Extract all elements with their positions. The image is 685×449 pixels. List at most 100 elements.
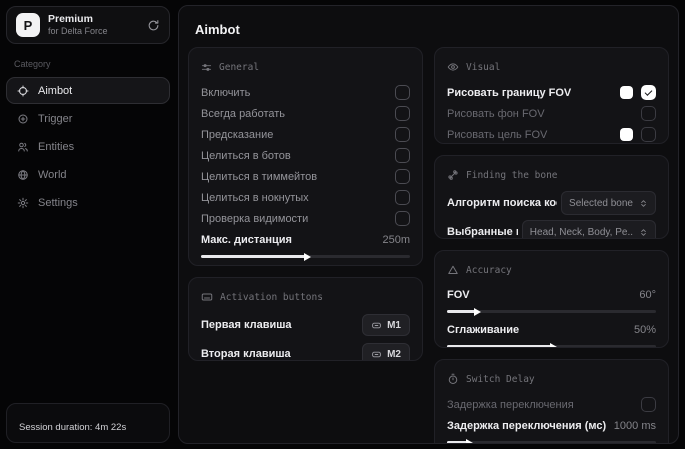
toggle-label: Включить — [201, 87, 395, 99]
general-card: General Включить Всегда работать Предска… — [188, 47, 423, 266]
bone-row: Алгоритм поиска кост Selected bone — [447, 190, 656, 216]
keybind-button[interactable]: M2 — [362, 343, 410, 361]
color-swatch[interactable] — [620, 86, 633, 99]
bone-label: Алгоритм поиска кост — [447, 197, 557, 209]
checkbox[interactable] — [395, 85, 410, 100]
visual-row: Рисовать цель FOV — [447, 124, 656, 144]
world-icon — [17, 169, 29, 181]
mouse-button-icon — [371, 349, 382, 360]
crosshair-icon — [17, 85, 29, 97]
toggle-row: Предсказание — [201, 124, 410, 145]
fov-slider[interactable] — [447, 310, 656, 313]
general-header-label: General — [219, 62, 259, 73]
toggle-label: Задержка переключения — [447, 399, 641, 411]
checkbox[interactable] — [395, 190, 410, 205]
brand-logo: P — [16, 13, 40, 37]
brand-title: Premium — [48, 13, 139, 26]
sidebar-item-entities[interactable]: Entities — [6, 133, 170, 160]
bone-header: Finding the bone — [447, 167, 656, 183]
color-swatch[interactable] — [620, 128, 633, 141]
slider-thumb[interactable] — [466, 439, 473, 445]
mouse-button-icon — [371, 320, 382, 331]
keybind-key: M2 — [387, 349, 401, 360]
sidebar-item-label: Trigger — [38, 113, 72, 125]
entities-icon — [17, 141, 29, 153]
toggle-label: Целиться в тиммейтов — [201, 171, 395, 183]
keybind-row: Первая клавиша M1 — [201, 312, 410, 338]
checkbox[interactable] — [641, 127, 656, 142]
sync-icon[interactable] — [147, 19, 160, 32]
toggle-row: Включить — [201, 82, 410, 103]
toggle-label: Целиться в нокнутых — [201, 192, 395, 204]
visual-row: Рисовать границу FOV — [447, 82, 656, 103]
max-distance-slider[interactable] — [201, 255, 410, 258]
sidebar-item-settings[interactable]: Settings — [6, 189, 170, 216]
bone-header-label: Finding the bone — [466, 170, 558, 181]
toggle-row: Задержка переключения — [447, 394, 656, 415]
sidebar-item-trigger[interactable]: Trigger — [6, 105, 170, 132]
brand-text: Premium for Delta Force — [48, 13, 139, 36]
checkbox[interactable] — [395, 211, 410, 226]
smoothing-slider[interactable] — [447, 345, 656, 348]
bone-algorithm-select[interactable]: Selected bone — [561, 191, 656, 215]
chevron-up-down-icon — [639, 199, 648, 208]
checkbox[interactable] — [395, 106, 410, 121]
gear-icon — [17, 197, 29, 209]
checkbox[interactable] — [641, 85, 656, 100]
keybind-key: M1 — [387, 320, 401, 331]
accuracy-card: Accuracy FOV 60° Сглаживание 50% — [434, 250, 669, 348]
slider-thumb[interactable] — [304, 253, 311, 261]
slider-value: 60° — [639, 289, 656, 301]
slider-row: FOV 60° — [447, 285, 656, 305]
checkbox[interactable] — [395, 127, 410, 142]
keybind-label: Вторая клавиша — [201, 348, 362, 360]
sidebar-item-label: World — [38, 169, 67, 181]
brand-logo-letter: P — [24, 18, 33, 33]
slider-thumb[interactable] — [550, 343, 557, 349]
toggle-label: Проверка видимости — [201, 213, 395, 225]
switch-delay-slider[interactable] — [447, 441, 656, 444]
visual-header: Visual — [447, 59, 656, 75]
activation-header: Activation buttons — [201, 289, 410, 305]
sidebar-item-label: Aimbot — [38, 85, 72, 97]
keybind-row: Вторая клавиша M2 — [201, 341, 410, 361]
switch-delay-card: Switch Delay Задержка переключения Задер… — [434, 359, 669, 444]
sidebar-item-world[interactable]: World — [6, 161, 170, 188]
sidebar: P Premium for Delta Force Category Aimbo… — [6, 6, 170, 443]
accuracy-header-label: Accuracy — [466, 265, 512, 276]
visual-row: Рисовать фон FOV — [447, 103, 656, 124]
visual-label: Рисовать границу FOV — [447, 87, 620, 99]
slider-row: Задержка переключения (мс) 1000 ms — [447, 415, 656, 436]
checkbox[interactable] — [395, 148, 410, 163]
activation-card: Activation buttons Первая клавиша M1 Вто… — [188, 277, 423, 361]
toggle-label: Всегда работать — [201, 108, 395, 120]
slider-label: FOV — [447, 289, 631, 301]
left-column: General Включить Всегда работать Предска… — [188, 47, 423, 443]
sidebar-item-aimbot[interactable]: Aimbot — [6, 77, 170, 104]
checkbox[interactable] — [641, 397, 656, 412]
keybind-button[interactable]: M1 — [362, 314, 410, 336]
toggle-row: Целиться в ботов — [201, 145, 410, 166]
switch-delay-header: Switch Delay — [447, 371, 656, 387]
selected-bones-select[interactable]: Head, Neck, Body, Pe.. — [522, 220, 656, 239]
checkbox[interactable] — [641, 106, 656, 121]
slider-value: 1000 ms — [614, 420, 656, 432]
general-header: General — [201, 59, 410, 75]
activation-header-label: Activation buttons — [220, 292, 323, 303]
sidebar-item-label: Entities — [38, 141, 74, 153]
brand-subtitle: for Delta Force — [48, 26, 139, 37]
checkbox[interactable] — [395, 169, 410, 184]
session-card: Session duration: 4m 22s — [6, 403, 170, 443]
content-columns: General Включить Всегда работать Предска… — [188, 47, 669, 443]
category-label: Category — [14, 59, 170, 69]
slider-value: 250m — [382, 234, 410, 246]
slider-label: Задержка переключения (мс) — [447, 420, 606, 432]
eye-icon — [447, 61, 459, 73]
timer-icon — [447, 373, 459, 385]
toggle-row: Проверка видимости — [201, 208, 410, 229]
accuracy-header: Accuracy — [447, 262, 656, 278]
slider-thumb[interactable] — [474, 308, 481, 316]
sidebar-nav: Aimbot Trigger Entities World — [6, 77, 170, 216]
chevron-up-down-icon — [639, 228, 648, 237]
slider-value: 50% — [634, 324, 656, 336]
